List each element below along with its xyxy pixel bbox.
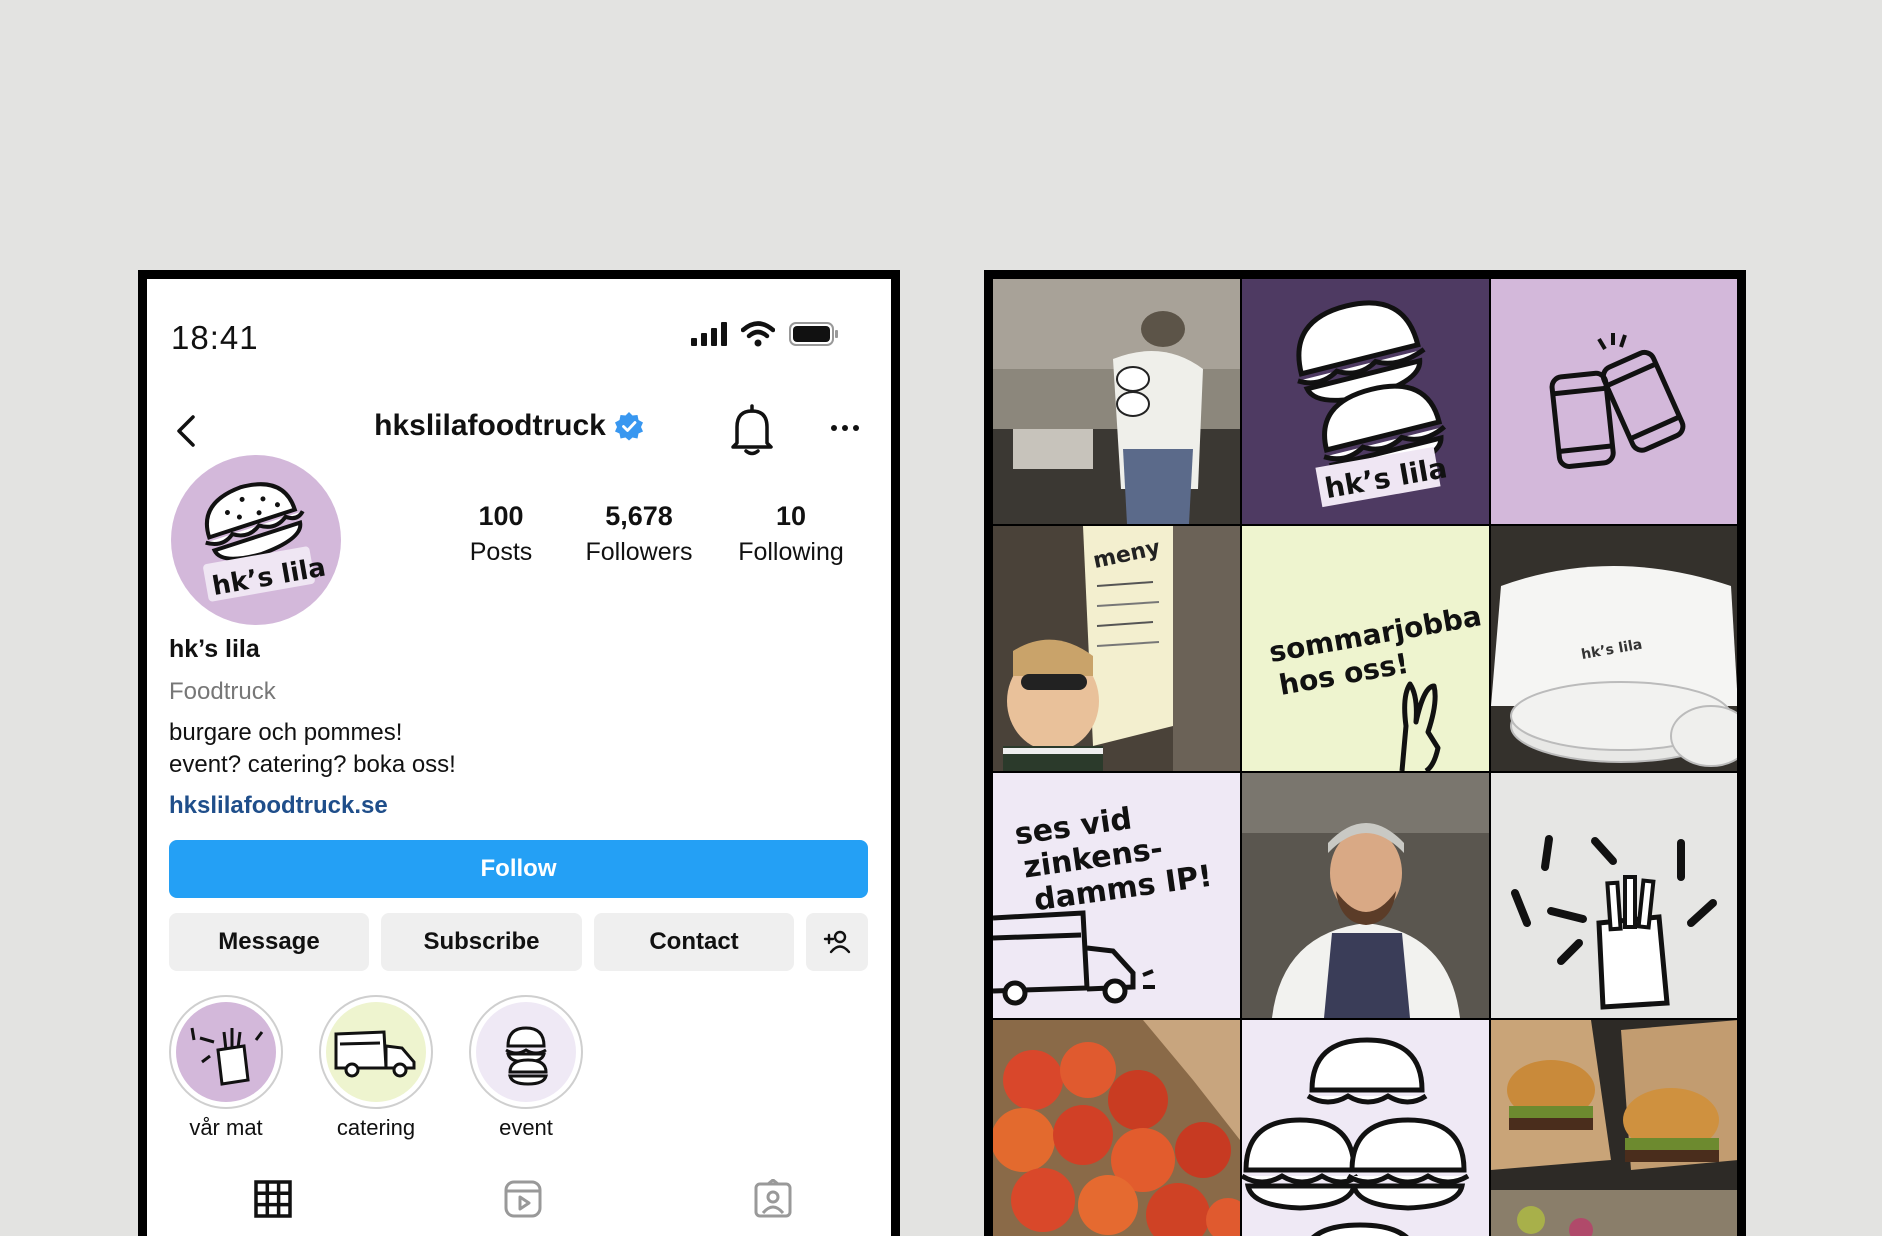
following-label: Following: [738, 538, 844, 566]
follow-button[interactable]: Follow: [169, 840, 868, 898]
post-photo-chef[interactable]: [1242, 773, 1489, 1018]
profile-avatar[interactable]: hk’s lila: [171, 455, 341, 625]
contact-button[interactable]: Contact: [594, 913, 794, 971]
bio-line-1: burgare och pommes!: [169, 719, 403, 746]
highlight-var-mat[interactable]: vår mat: [167, 995, 285, 1141]
highlight-catering[interactable]: catering: [317, 995, 435, 1141]
post-photo-tomatoes[interactable]: [993, 1020, 1240, 1236]
profile-website-link[interactable]: hkslilafoodtruck.se: [169, 792, 869, 820]
status-bar: 18:41: [147, 279, 891, 389]
wifi-icon: [741, 321, 775, 347]
menu-photo: meny: [993, 526, 1240, 771]
message-button[interactable]: Message: [169, 913, 369, 971]
stat-followers[interactable]: 5,678 Followers: [559, 501, 719, 567]
post-ses-vid[interactable]: ses vid zinkens- damms IP!: [993, 773, 1240, 1018]
burger-pile-icon: [1242, 1037, 1470, 1236]
add-user-icon: [823, 930, 851, 954]
stacked-burgers-icon: [505, 1026, 548, 1086]
followers-count: 5,678: [605, 501, 673, 531]
profile-action-row: Message Subscribe Contact: [169, 913, 868, 971]
profile-tab-bar: [147, 1179, 891, 1236]
posts-count: 100: [478, 501, 524, 531]
post-photo-menu[interactable]: meny: [993, 526, 1240, 771]
signal-icon: [691, 322, 727, 346]
post-fries-illustration[interactable]: [1491, 773, 1737, 1018]
battery-icon: [789, 322, 838, 346]
highlight-label: vår mat: [189, 1115, 263, 1140]
post-burger-pile[interactable]: [1242, 1020, 1489, 1236]
highlight-label: catering: [336, 1115, 416, 1140]
following-count: 10: [775, 501, 807, 531]
stat-posts[interactable]: 100 Posts: [441, 501, 561, 567]
status-time: 18:41: [171, 319, 259, 356]
ses-vid-graphic: ses vid zinkens- damms IP!: [993, 801, 1214, 1006]
tomatoes-photo: [993, 1020, 1240, 1236]
post-cans-illustration[interactable]: [1491, 279, 1737, 524]
peace-hand-icon: [1399, 681, 1441, 771]
fries-box-icon: [1511, 835, 1717, 1010]
soda-cans-icon: [1549, 333, 1686, 469]
profile-name: hk’s lila: [169, 635, 260, 663]
sommarjobba-graphic: sommarjobba hos oss!: [1267, 599, 1484, 771]
phone-profile-screen: 18:41 hkslilafoodtruck hk’s lila 100 Pos…: [138, 270, 900, 1236]
burgers-photo: [1491, 1020, 1737, 1236]
chef-photo: [1242, 773, 1489, 1018]
status-icons: [691, 321, 839, 347]
tagged-tab-icon[interactable]: [753, 1179, 793, 1219]
burger-logo-icon: hk’s lila: [203, 482, 328, 602]
plates-photo: hk’s lila: [1491, 526, 1737, 771]
verified-badge-icon: [614, 412, 643, 441]
post-logo-dark-purple[interactable]: hk’s lila: [1242, 279, 1489, 524]
post-sommarjobba[interactable]: sommarjobba hos oss!: [1242, 526, 1489, 771]
grid-tab-icon[interactable]: [253, 1179, 293, 1219]
highlight-event[interactable]: event: [467, 995, 585, 1141]
bio-line-2: event? catering? boka oss!: [169, 751, 456, 778]
followers-label: Followers: [585, 538, 693, 566]
stacked-burgers-logo: hk’s lila: [1296, 300, 1450, 508]
food-truck-icon: [334, 1030, 416, 1078]
profile-category: Foodtruck: [169, 678, 276, 705]
post-grid-preview: hk’s lila meny sommarjobba hos oss! hk’s…: [984, 270, 1746, 1236]
stat-following[interactable]: 10 Following: [711, 501, 871, 567]
highlight-label: event: [499, 1115, 553, 1140]
bell-icon[interactable]: [727, 403, 777, 457]
post-photo-kitchen[interactable]: [993, 279, 1240, 524]
subscribe-button[interactable]: Subscribe: [381, 913, 582, 971]
post-photo-burgers[interactable]: [1491, 1020, 1737, 1236]
kitchen-photo: [993, 279, 1240, 524]
username-header: hkslilafoodtruck: [147, 409, 891, 443]
food-truck-icon: [993, 910, 1155, 1006]
fries-icon: [190, 1027, 264, 1086]
username: hkslilafoodtruck: [374, 409, 606, 442]
add-user-button[interactable]: [806, 913, 868, 971]
posts-label: Posts: [469, 538, 533, 566]
profile-bio: hk’s lila Foodtruck burgare och pommes! …: [169, 635, 869, 820]
story-highlights: vår mat catering event: [147, 995, 891, 1145]
more-options-icon[interactable]: [831, 413, 871, 443]
reels-tab-icon[interactable]: [503, 1179, 543, 1219]
post-photo-plates[interactable]: hk’s lila: [1491, 526, 1737, 771]
